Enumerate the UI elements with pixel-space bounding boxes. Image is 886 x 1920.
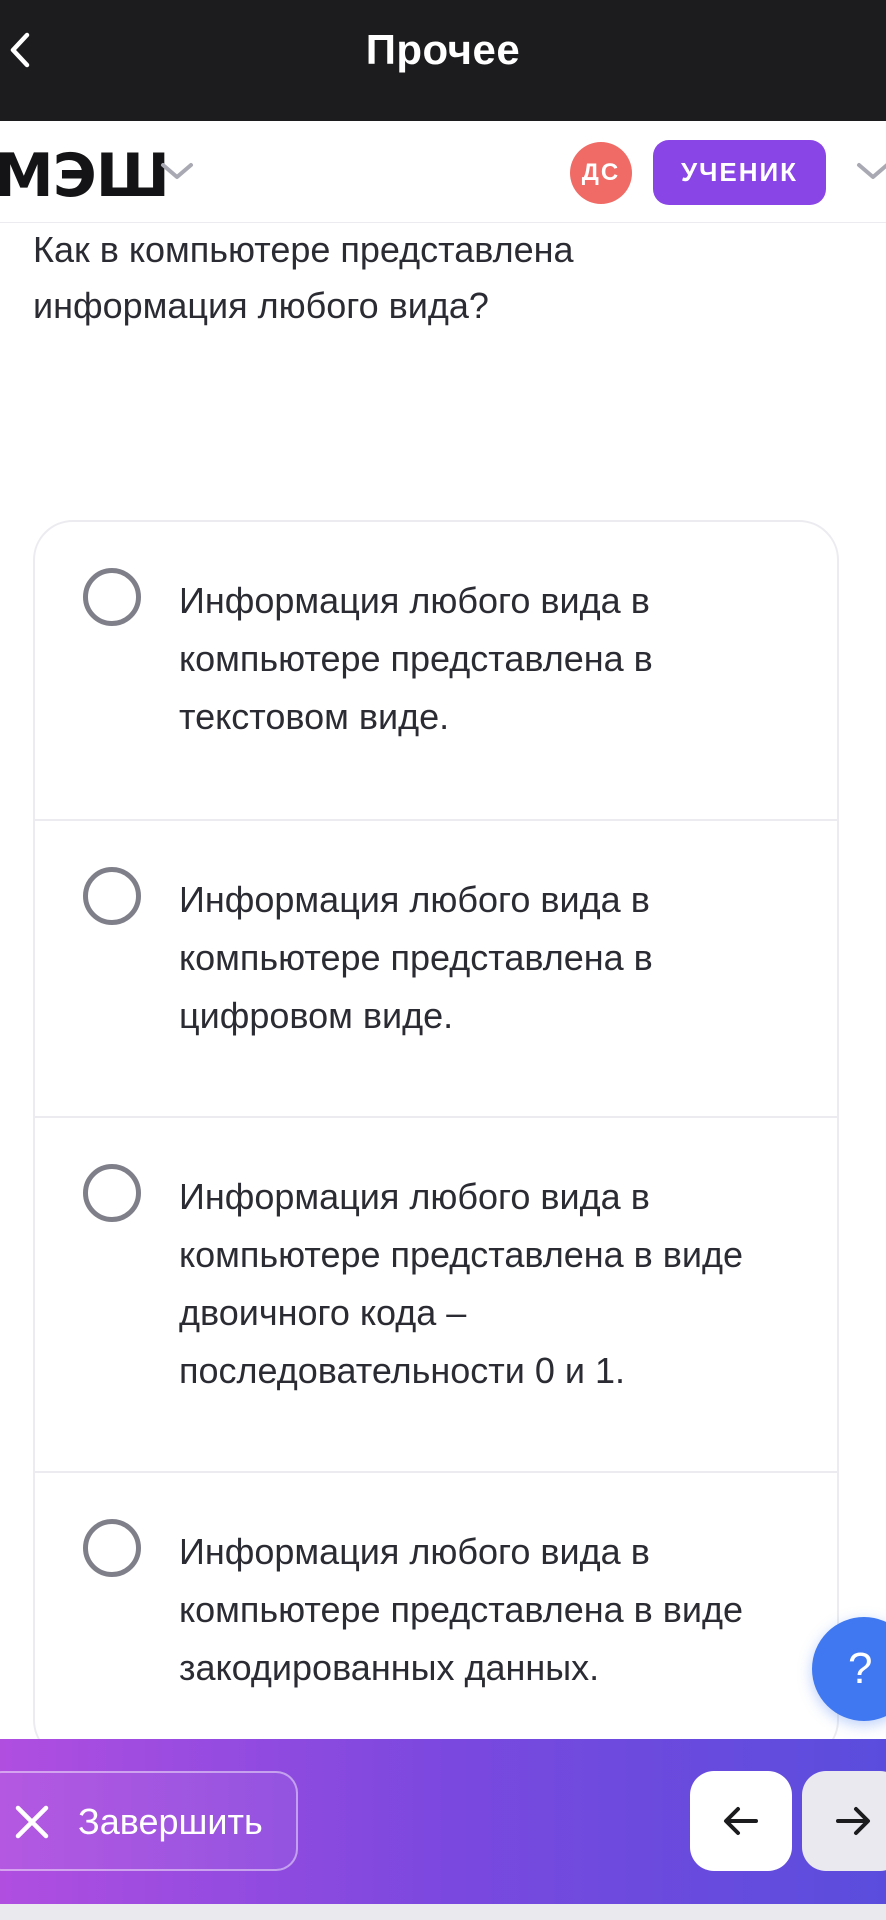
close-icon [15, 1805, 49, 1839]
page-title: Прочее [365, 26, 521, 73]
answer-option-text: Информация любого вида в компьютере пред… [179, 580, 653, 737]
answer-option[interactable]: Информация любого вида в компьютере пред… [35, 819, 837, 1116]
mesh-logo[interactable]: МЭШ [0, 141, 170, 211]
avatar[interactable]: ДС [570, 142, 632, 204]
chevron-down-icon[interactable] [160, 161, 194, 181]
home-indicator-area [0, 1904, 886, 1920]
question-text: Как в компьютере представлена информация… [33, 229, 574, 326]
role-badge[interactable]: УЧЕНИК [653, 140, 826, 205]
top-nav-bar: Прочее [0, 0, 886, 121]
radio-button[interactable] [83, 568, 141, 626]
help-icon: ? [848, 1644, 873, 1693]
answer-option[interactable]: Информация любого вида в компьютере пред… [35, 522, 837, 819]
next-question-button[interactable] [802, 1771, 886, 1871]
radio-button[interactable] [83, 1164, 141, 1222]
previous-question-button[interactable] [690, 1771, 792, 1871]
radio-button[interactable] [83, 867, 141, 925]
arrow-right-icon [836, 1807, 870, 1835]
bottom-action-bar: Завершить [0, 1739, 886, 1904]
answer-options: Информация любого вида в компьютере пред… [33, 520, 839, 1760]
finish-button-label: Завершить [78, 1801, 263, 1842]
radio-button[interactable] [83, 1519, 141, 1577]
arrow-left-icon [724, 1807, 758, 1835]
answer-option-text: Информация любого вида в компьютере пред… [179, 1531, 744, 1688]
answer-option-text: Информация любого вида в компьютере пред… [179, 1176, 744, 1391]
finish-button[interactable]: Завершить [0, 1771, 298, 1871]
answer-option-text: Информация любого вида в компьютере пред… [179, 879, 653, 1036]
chevron-down-icon[interactable] [856, 161, 886, 181]
answer-option[interactable]: Информация любого вида в компьютере пред… [35, 1471, 837, 1758]
app-header: МЭШ ДС УЧЕНИК [0, 121, 886, 223]
answer-option[interactable]: Информация любого вида в компьютере пред… [35, 1116, 837, 1471]
